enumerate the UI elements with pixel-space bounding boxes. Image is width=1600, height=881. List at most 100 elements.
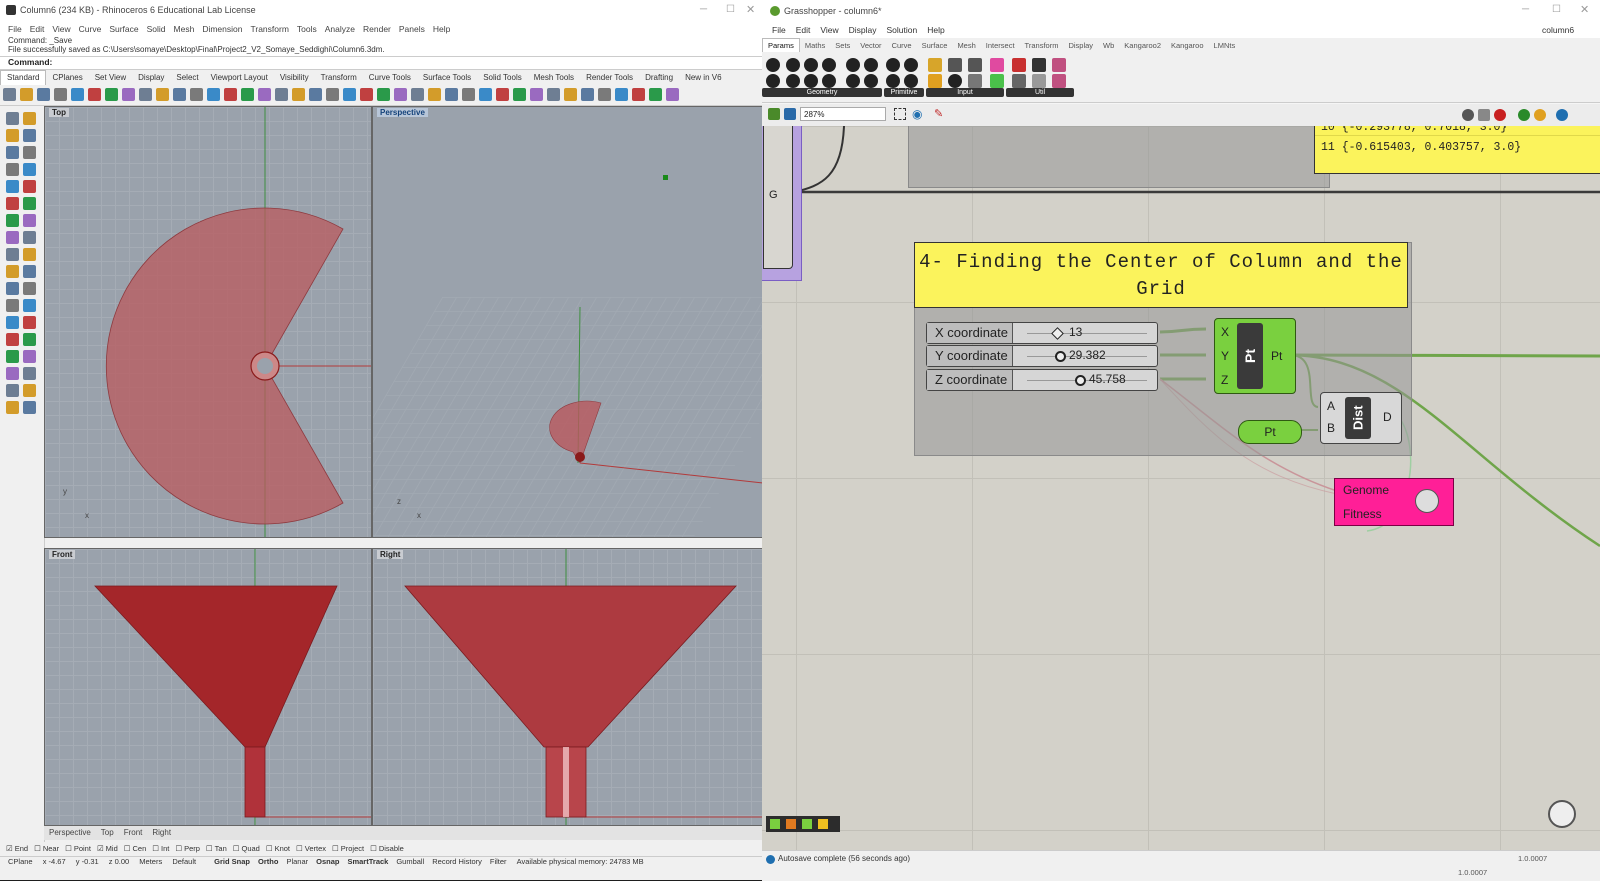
toolbar-tab[interactable]: Curve Tools: [363, 71, 417, 85]
component-icon[interactable]: [886, 58, 900, 72]
left-tool-icon[interactable]: [6, 350, 19, 363]
toolbar-button-icon[interactable]: [547, 88, 560, 101]
toolbar-button-icon[interactable]: [139, 88, 152, 101]
toolbar-button-icon[interactable]: [428, 88, 441, 101]
menu-item[interactable]: Mesh: [174, 22, 195, 36]
preview-eye-icon[interactable]: ◉: [912, 108, 922, 120]
menu-item[interactable]: Help: [433, 22, 450, 36]
gh-menu-item[interactable]: Display: [849, 22, 877, 38]
viewport-tab[interactable]: Perspective: [44, 826, 96, 840]
status-toggle[interactable]: Filter: [490, 857, 507, 866]
component-icon[interactable]: [928, 74, 942, 88]
gh-tab[interactable]: Wb: [1098, 39, 1119, 53]
menu-item[interactable]: Render: [363, 22, 391, 36]
toolbar-button-icon[interactable]: [37, 88, 50, 101]
toolbar-button-icon[interactable]: [258, 88, 271, 101]
construct-point-component[interactable]: X Y Z Pt Pt: [1214, 318, 1296, 394]
group-left[interactable]: G: [762, 126, 802, 281]
left-tool-icon[interactable]: [23, 401, 36, 414]
toolbar-button-icon[interactable]: [445, 88, 458, 101]
left-tool-icon[interactable]: [23, 367, 36, 380]
menu-item[interactable]: Panels: [399, 22, 425, 36]
toolbar-button-icon[interactable]: [598, 88, 611, 101]
left-tool-icon[interactable]: [6, 112, 19, 125]
minimize-icon[interactable]: ─: [1522, 4, 1529, 15]
gh-menu-item[interactable]: Solution: [887, 22, 918, 38]
gh-tab[interactable]: Kangaroo2: [1119, 39, 1166, 53]
component-icon[interactable]: [968, 58, 982, 72]
viewport-label-top[interactable]: Top: [49, 108, 70, 117]
toolbar-tab[interactable]: Display: [132, 71, 170, 85]
maximize-icon[interactable]: ☐: [726, 4, 735, 15]
left-tool-icon[interactable]: [23, 129, 36, 142]
left-tool-icon[interactable]: [6, 384, 19, 397]
left-tool-icon[interactable]: [6, 197, 19, 210]
component-icon[interactable]: [928, 58, 942, 72]
toolbar-button-icon[interactable]: [173, 88, 186, 101]
component-icon[interactable]: [1032, 74, 1046, 88]
component-icon[interactable]: [846, 58, 860, 72]
component-icon[interactable]: [990, 58, 1004, 72]
gh-canvas[interactable]: G 10 {-0.293778, 0.7018, 3.0} 11 {-0.615…: [762, 126, 1600, 850]
status-toggle[interactable]: Grid Snap: [214, 857, 250, 866]
shaded-preview-icon[interactable]: [1494, 109, 1506, 121]
toolbar-button-icon[interactable]: [156, 88, 169, 101]
left-tool-icon[interactable]: [23, 146, 36, 159]
distance-component[interactable]: A B Dist D: [1320, 392, 1402, 444]
toolbar-button-icon[interactable]: [615, 88, 628, 101]
left-tool-icon[interactable]: [6, 146, 19, 159]
toolbar-button-icon[interactable]: [513, 88, 526, 101]
component-icon[interactable]: [904, 74, 918, 88]
osnap-option[interactable]: ☐ Cen: [124, 844, 147, 853]
gh-tab[interactable]: Curve: [887, 39, 917, 53]
toolbar-button-icon[interactable]: [360, 88, 373, 101]
component-icon[interactable]: [904, 58, 918, 72]
sketch-pen-icon[interactable]: ✎: [934, 108, 943, 120]
osnap-option[interactable]: ☐ Vertex: [296, 844, 326, 853]
toolbar-button-icon[interactable]: [649, 88, 662, 101]
toolbar-button-icon[interactable]: [190, 88, 203, 101]
osnap-checkbox[interactable]: ☐: [175, 844, 182, 853]
toolbar-button-icon[interactable]: [479, 88, 492, 101]
minimize-icon[interactable]: ─: [700, 4, 707, 15]
left-tool-icon[interactable]: [6, 163, 19, 176]
osnap-checkbox[interactable]: ☐: [34, 844, 41, 853]
close-icon[interactable]: ✕: [1580, 3, 1589, 16]
component-icon[interactable]: [766, 74, 780, 88]
viewport-label-front[interactable]: Front: [49, 550, 76, 559]
gh-tab[interactable]: Params: [762, 38, 800, 53]
osnap-option[interactable]: ☑ End: [6, 844, 28, 853]
toolbar-button-icon[interactable]: [71, 88, 84, 101]
zoom-field[interactable]: 287%: [800, 107, 886, 121]
status-toggle[interactable]: Osnap: [316, 857, 339, 866]
viewport-tab[interactable]: Right: [147, 826, 176, 840]
document-icon[interactable]: [1556, 109, 1568, 121]
gh-tab[interactable]: Transform: [1020, 39, 1064, 53]
left-tool-icon[interactable]: [23, 214, 36, 227]
toolbar-tab[interactable]: Select: [170, 71, 204, 85]
toolbar-button-icon[interactable]: [105, 88, 118, 101]
viewport-perspective[interactable]: Perspective z x: [372, 106, 764, 538]
left-tool-icon[interactable]: [6, 299, 19, 312]
slider-grip[interactable]: [1051, 327, 1064, 340]
left-tool-icon[interactable]: [23, 350, 36, 363]
left-tool-icon[interactable]: [23, 197, 36, 210]
osnap-checkbox[interactable]: ☑: [97, 844, 104, 853]
toolbar-tab[interactable]: Drafting: [639, 71, 679, 85]
left-tool-icon[interactable]: [6, 282, 19, 295]
component-icon[interactable]: [846, 74, 860, 88]
ribbon-group-label[interactable]: Geometry: [762, 88, 882, 97]
menu-item[interactable]: Transform: [250, 22, 288, 36]
status-toggle[interactable]: Planar: [286, 857, 308, 866]
viewport-label-perspective[interactable]: Perspective: [377, 108, 428, 117]
left-tool-icon[interactable]: [23, 384, 36, 397]
component-icon[interactable]: [1012, 74, 1026, 88]
toolbar-button-icon[interactable]: [462, 88, 475, 101]
osnap-option[interactable]: ☐ Near: [34, 844, 59, 853]
osnap-option[interactable]: ☐ Quad: [233, 844, 260, 853]
toolbar-tab[interactable]: Surface Tools: [417, 71, 477, 85]
toolbar-button-icon[interactable]: [241, 88, 254, 101]
viewport-top[interactable]: Top y x: [44, 106, 372, 538]
toolbar-button-icon[interactable]: [530, 88, 543, 101]
ribbon-group-label[interactable]: Input: [926, 88, 1004, 97]
